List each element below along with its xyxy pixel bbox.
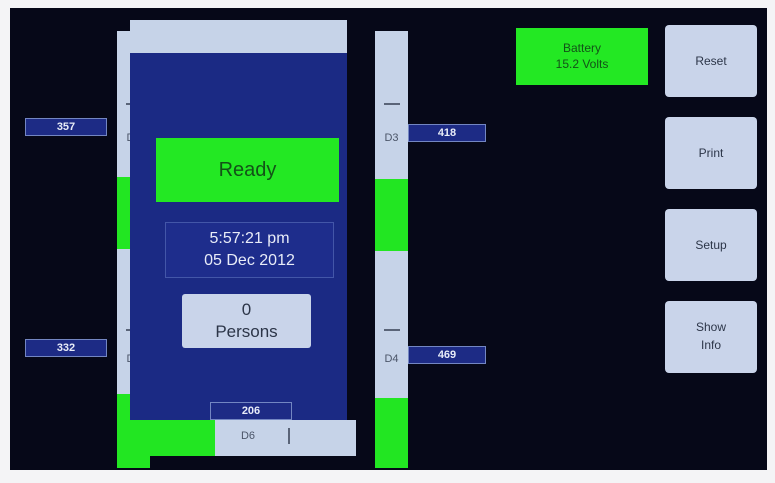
show-info-label-2: Info [700, 338, 721, 352]
setup-button-label: Setup [695, 238, 727, 252]
detector-d4-indicator [375, 398, 408, 468]
detector-d3-indicator [375, 179, 408, 251]
detector-d3-label: D3 [384, 132, 399, 144]
persons-count: 0 [241, 300, 252, 319]
detector-d4-label: D4 [384, 353, 399, 365]
detector-d1-value: 357 [25, 118, 107, 136]
print-button-label: Print [698, 146, 724, 160]
battery-indicator: Battery 15.2 Volts [516, 28, 648, 85]
persons-label: Persons [215, 322, 278, 341]
tick-bottom [288, 428, 290, 444]
setup-button[interactable]: Setup [665, 209, 757, 281]
battery-voltage: 15.2 Volts [555, 57, 609, 71]
reset-button[interactable]: Reset [665, 25, 757, 97]
tick-right-1 [383, 103, 400, 105]
persons-counter: 0 Persons [182, 294, 311, 348]
clock-time: 5:57:21 pm [209, 230, 290, 247]
detector-d6-indicator [143, 420, 215, 456]
detector-d6-value: 206 [210, 402, 292, 420]
top-bar [130, 20, 347, 53]
detector-d4-value: 469 [408, 346, 486, 364]
device-screen: D1 D2 D3 D4 357 332 418 469 206 D6 Ready… [10, 8, 767, 470]
clock-date: 05 Dec 2012 [204, 252, 295, 269]
tick-right-2 [383, 329, 400, 331]
show-info-label-1: Show [695, 320, 727, 334]
print-button[interactable]: Print [665, 117, 757, 189]
show-info-button[interactable]: Show Info [665, 301, 757, 373]
rail-right: D3 D4 [375, 31, 408, 468]
detector-d6-label: D6 [240, 430, 256, 442]
detector-d3-value: 418 [408, 124, 486, 142]
clock-display: 5:57:21 pm 05 Dec 2012 [165, 222, 334, 278]
detector-d2-value: 332 [25, 339, 107, 357]
battery-label: Battery [562, 41, 601, 55]
reset-button-label: Reset [695, 54, 727, 68]
status-badge: Ready [156, 138, 339, 202]
